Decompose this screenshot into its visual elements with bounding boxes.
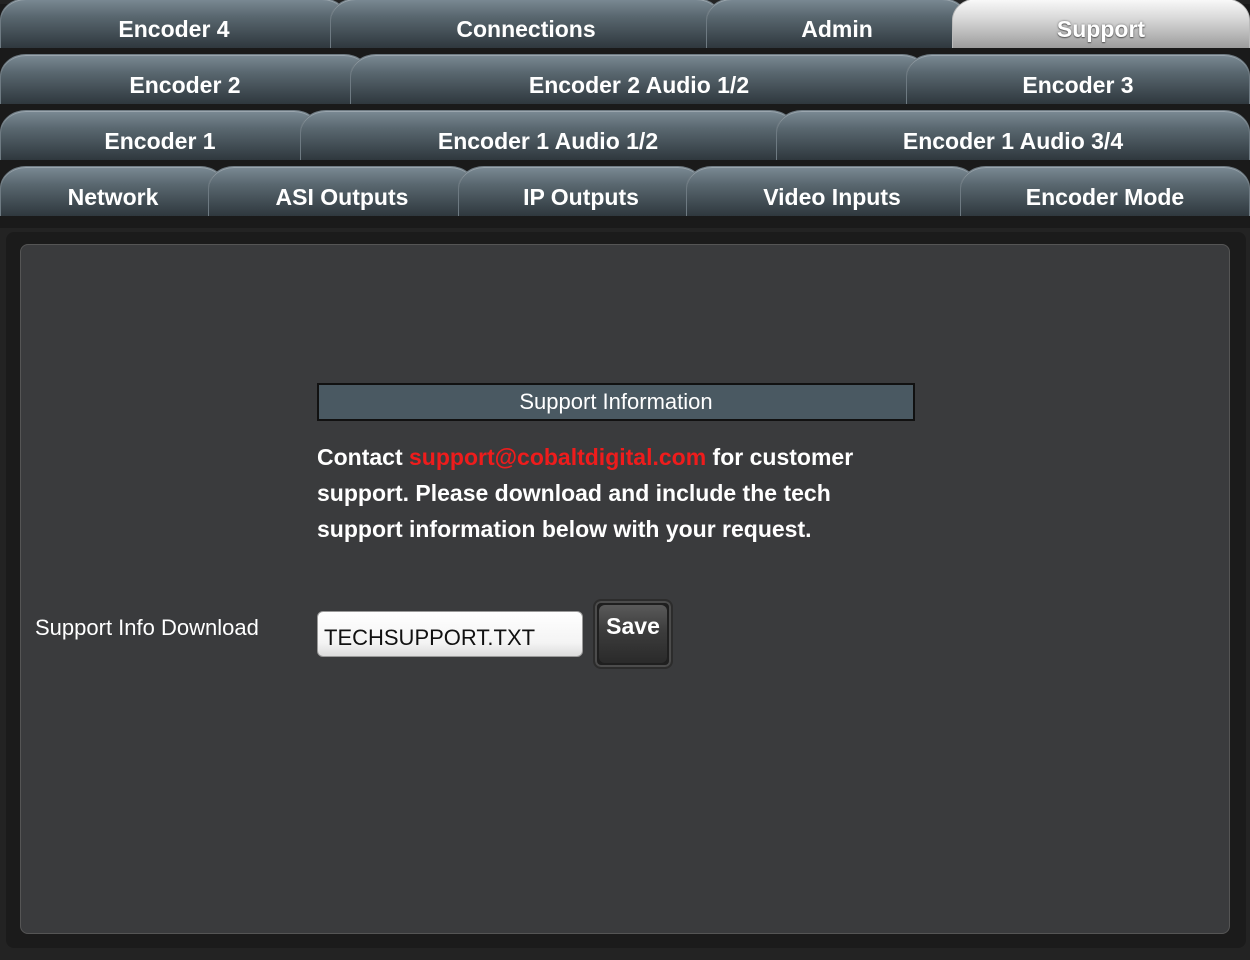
tab-encoder-2[interactable]: Encoder 2 bbox=[0, 54, 370, 104]
tab-encoder-1-audio-1-2[interactable]: Encoder 1 Audio 1/2 bbox=[300, 110, 796, 160]
tab-video-inputs[interactable]: Video Inputs bbox=[686, 166, 978, 216]
contact-prefix: Contact bbox=[317, 444, 409, 470]
tab-encoder-1-audio-3-4[interactable]: Encoder 1 Audio 3/4 bbox=[776, 110, 1250, 160]
tab-label: Network bbox=[67, 184, 159, 210]
support-email-link[interactable]: support@cobaltdigital.com bbox=[409, 444, 706, 470]
tab-encoder-1[interactable]: Encoder 1 bbox=[0, 110, 320, 160]
tab-label: Encoder 1 Audio 3/4 bbox=[902, 128, 1124, 154]
tab-label: Encoder 4 bbox=[118, 16, 230, 42]
save-button[interactable]: Save bbox=[593, 599, 673, 669]
tab-encoder-4[interactable]: Encoder 4 bbox=[0, 0, 348, 48]
tab-encoder-2-audio-1-2[interactable]: Encoder 2 Audio 1/2 bbox=[350, 54, 928, 104]
tab-label: Video Inputs bbox=[763, 184, 901, 210]
content-frame: Support Information Contact support@coba… bbox=[6, 232, 1246, 948]
tab-label: IP Outputs bbox=[523, 184, 639, 210]
save-button-label: Save bbox=[606, 613, 660, 639]
tab-label: Connections bbox=[456, 16, 596, 42]
tab-admin[interactable]: Admin bbox=[706, 0, 968, 48]
tab-label: Support bbox=[1056, 16, 1146, 42]
tab-ip-outputs[interactable]: IP Outputs bbox=[458, 166, 704, 216]
tab-label: Encoder 1 Audio 1/2 bbox=[437, 128, 659, 154]
tab-row-3: Encoder 1 Encoder 1 Audio 1/2 Encoder 1 … bbox=[0, 110, 1250, 172]
tab-encoder-3[interactable]: Encoder 3 bbox=[906, 54, 1250, 104]
tab-label: Encoder 2 bbox=[129, 72, 241, 98]
tab-row-1: Encoder 4 Connections Admin Support bbox=[0, 0, 1250, 60]
tab-support[interactable]: Support bbox=[952, 0, 1250, 48]
save-button-face: Save bbox=[599, 605, 667, 663]
app-window: Encoder 4 Connections Admin Support Enco… bbox=[0, 0, 1250, 960]
tab-network[interactable]: Network bbox=[0, 166, 226, 216]
tab-label: Encoder Mode bbox=[1025, 184, 1185, 210]
tab-label: Admin bbox=[801, 16, 873, 42]
section-header-support-information: Support Information bbox=[317, 383, 915, 421]
tab-label: ASI Outputs bbox=[275, 184, 409, 210]
tab-label: Encoder 1 bbox=[104, 128, 216, 154]
support-info-download-label: Support Info Download bbox=[35, 615, 259, 640]
tab-row-2: Encoder 2 Encoder 2 Audio 1/2 Encoder 3 bbox=[0, 54, 1250, 116]
support-filename-input[interactable] bbox=[317, 611, 583, 657]
tab-encoder-mode[interactable]: Encoder Mode bbox=[960, 166, 1250, 216]
tab-label: Encoder 3 bbox=[1022, 72, 1134, 98]
support-contact-text: Contact support@cobaltdigital.com for cu… bbox=[317, 439, 897, 547]
tab-connections[interactable]: Connections bbox=[330, 0, 722, 48]
tab-label: Encoder 2 Audio 1/2 bbox=[528, 72, 750, 98]
tab-asi-outputs[interactable]: ASI Outputs bbox=[208, 166, 476, 216]
tab-row-4: Network ASI Outputs IP Outputs Video Inp… bbox=[0, 166, 1250, 228]
support-panel: Support Information Contact support@coba… bbox=[20, 244, 1230, 934]
